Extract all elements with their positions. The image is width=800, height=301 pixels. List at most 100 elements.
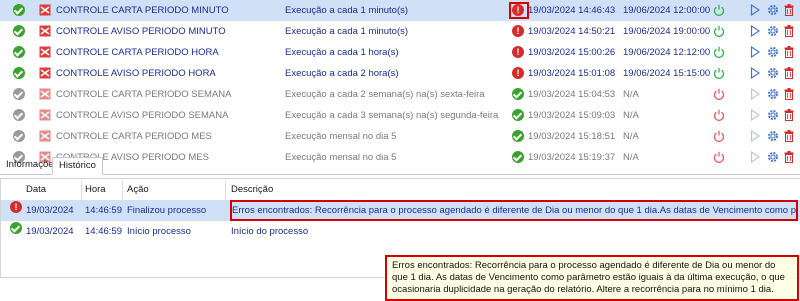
check-circle-icon [13,4,25,17]
trash-icon[interactable] [784,67,794,80]
power-icon[interactable] [713,46,725,59]
column-action[interactable]: Ação [127,181,149,199]
report-red-icon [39,67,51,79]
trash-icon[interactable] [784,109,794,122]
schedule-row[interactable]: CONTROLE AVISO PERIODO HORA Execução a ca… [0,63,800,84]
next-run: N/A [623,110,639,121]
detail-tabs: Informações Histórico [0,157,800,175]
error-circle-icon [512,4,524,17]
play-icon[interactable] [750,4,760,17]
power-cell [713,21,727,42]
status-cell [13,126,27,147]
type-cell [39,84,53,105]
error-circle-icon [512,46,524,59]
trash-icon[interactable] [784,88,794,101]
trash-icon[interactable] [784,130,794,143]
report-red-icon [39,25,51,37]
gear-cell [767,105,781,126]
play-cell [750,84,762,105]
trash-icon[interactable] [784,25,794,38]
trash-cell [784,105,796,126]
last-run: 19/03/2024 14:46:43 [528,5,616,16]
error-circle-icon [512,67,524,80]
last-run: 19/03/2024 15:00:26 [528,47,616,58]
play-cell [750,42,762,63]
type-cell [39,42,53,63]
play-icon[interactable] [750,25,760,38]
schedule-row[interactable]: CONTROLE CARTA PERIODO HORA Execução a ca… [0,42,800,63]
play-icon[interactable] [750,88,760,101]
trash-cell [784,0,796,21]
trash-cell [784,21,796,42]
last-run-status [512,0,526,21]
trash-icon[interactable] [784,46,794,59]
play-icon[interactable] [750,67,760,80]
last-run: 19/03/2024 15:04:53 [528,89,616,100]
schedule-row[interactable]: CONTROLE AVISO PERIODO SEMANA Execução a … [0,105,800,126]
schedule-recurrence: Execução mensal no dia 5 [285,131,397,142]
schedule-name: CONTROLE CARTA PERIODO HORA [56,47,219,58]
power-cell [713,126,727,147]
history-time: 14:46:59 [85,205,122,216]
history-action: Finalizou processo [127,205,207,216]
history-row[interactable]: 19/03/2024 14:46:59 Início processo Iníc… [1,221,800,242]
type-cell [39,105,53,126]
schedule-row[interactable]: CONTROLE CARTA PERIODO SEMANA Execução a … [0,84,800,105]
power-icon[interactable] [713,67,725,80]
trash-cell [784,84,796,105]
gear-icon[interactable] [767,130,779,142]
play-icon[interactable] [750,109,760,122]
history-row[interactable]: 19/03/2024 14:46:59 Finalizou processo E… [1,200,800,221]
power-icon[interactable] [713,4,725,17]
schedule-recurrence: Execução a cada 1 hora(s) [285,47,399,58]
status-cell [13,105,27,126]
schedule-recurrence: Execução a cada 2 hora(s) [285,68,399,79]
play-cell [750,0,762,21]
power-icon[interactable] [713,25,725,38]
gear-cell [767,126,781,147]
status-cell [13,42,27,63]
error-status-icon [10,200,22,221]
next-run: 19/06/2024 12:00:00 [623,5,711,16]
play-cell [750,126,762,147]
type-cell [39,0,53,21]
status-cell [13,0,27,21]
schedule-row[interactable]: CONTROLE CARTA PERIODO MES Execução mensa… [0,126,800,147]
column-description[interactable]: Descrição [231,181,273,199]
check-circle-icon [13,25,25,38]
schedule-row[interactable]: CONTROLE AVISO PERIODO MINUTO Execução a … [0,21,800,42]
power-cell [713,0,727,21]
schedule-name: CONTROLE AVISO PERIODO HORA [56,68,216,79]
play-icon[interactable] [750,46,760,59]
trash-cell [784,126,796,147]
play-cell [750,105,762,126]
trash-cell [784,42,796,63]
column-time[interactable]: Hora [85,181,106,199]
power-cell [713,105,727,126]
play-icon[interactable] [750,130,760,143]
gear-icon[interactable] [767,4,779,16]
column-date[interactable]: Data [26,181,46,199]
status-cell [13,63,27,84]
last-run-status [512,84,526,105]
gear-icon[interactable] [767,46,779,58]
next-run: 19/06/2024 19:00:00 [623,26,711,37]
check-circle-icon [13,46,25,59]
power-icon[interactable] [713,109,725,122]
status-cell [13,21,27,42]
history-action: Início processo [127,226,191,237]
gear-icon[interactable] [767,67,779,79]
check-circle-icon [512,88,524,101]
schedule-row[interactable]: CONTROLE CARTA PERIODO MINUTO Execução a … [0,0,800,21]
gear-icon[interactable] [767,88,779,100]
tab-historico[interactable]: Histórico [52,157,103,175]
check-circle-icon [512,130,524,143]
gear-icon[interactable] [767,25,779,37]
gear-icon[interactable] [767,109,779,121]
check-circle-icon [13,130,25,143]
gear-cell [767,0,781,21]
trash-icon[interactable] [784,4,794,17]
last-run-status [512,42,526,63]
power-icon[interactable] [713,130,725,143]
power-icon[interactable] [713,88,725,101]
